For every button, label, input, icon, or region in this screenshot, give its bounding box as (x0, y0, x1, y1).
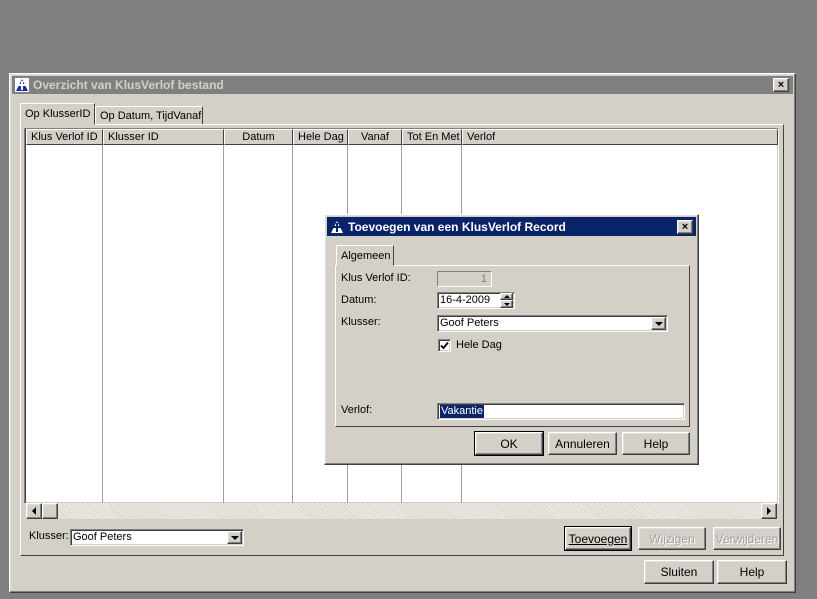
column-header-hele-dag[interactable]: Hele Dag (293, 129, 348, 145)
chevron-down-icon (654, 321, 663, 326)
dialog-help-button[interactable]: Help (622, 432, 690, 455)
dialog-titlebar[interactable]: Toevoegen van een KlusVerlof Record (327, 217, 696, 236)
chevron-down-icon (230, 535, 239, 540)
main-window-title: Overzicht van KlusVerlof bestand (33, 78, 224, 92)
klus-verlof-id-label: Klus Verlof ID: (341, 272, 411, 284)
klusser-filter-dropdown-button[interactable] (227, 531, 242, 544)
check-icon (440, 341, 449, 350)
app-logo-icon (15, 78, 29, 92)
dialog-close-button[interactable]: × (677, 220, 693, 234)
klusser-dropdown-button[interactable] (651, 317, 666, 330)
column-header-verlof[interactable]: Verlof (462, 129, 778, 145)
klusser-label: Klusser: (341, 316, 381, 328)
datum-spin-down-button[interactable] (500, 300, 513, 308)
column-header-klusser-id[interactable]: Klusser ID (103, 129, 224, 145)
datum-spin-up-button[interactable] (500, 293, 513, 300)
klusser-combo[interactable]: Goof Peters (437, 315, 668, 332)
klusser-filter-combo[interactable]: Goof Peters (70, 529, 244, 546)
add-verlof-dialog: Toevoegen van een KlusVerlof Record × Al… (324, 214, 699, 465)
column-header-tot-en-met[interactable]: Tot En Met (402, 129, 462, 145)
main-window-titlebar[interactable]: Overzicht van KlusVerlof bestand (12, 76, 793, 94)
spin-up-icon (503, 295, 510, 298)
column-divider (102, 145, 103, 503)
scroll-left-button[interactable] (26, 503, 42, 519)
scroll-right-button[interactable] (761, 503, 777, 519)
datum-label: Datum: (341, 294, 377, 306)
verlof-label: Verlof: (341, 404, 373, 416)
klusser-filter-label: Klusser: (29, 530, 69, 542)
column-header-klus-verlof-id[interactable]: Klus Verlof ID (26, 129, 103, 145)
spin-down-icon (503, 302, 510, 306)
main-help-button[interactable]: Help (717, 560, 787, 584)
datum-spin-field[interactable]: 16-4-2009 (437, 292, 515, 309)
verlof-selected-text: Vakantie (440, 405, 484, 418)
dialog-title: Toevoegen van een KlusVerlof Record (348, 219, 566, 234)
tab-op-klusserid[interactable]: Op KlusserID (20, 103, 95, 125)
tab-op-datum-tijdvanaf[interactable]: Op Datum, TijdVanaf (95, 106, 203, 125)
hele-dag-checkbox[interactable] (438, 339, 451, 352)
wijzigen-button[interactable]: Wijzigen (638, 527, 706, 550)
klus-verlof-id-field: 1 (437, 271, 492, 287)
column-header-datum[interactable]: Datum (224, 129, 293, 145)
list-horizontal-scrollbar[interactable] (26, 503, 777, 519)
ok-button[interactable]: OK (474, 431, 544, 456)
klusser-value: Goof Peters (440, 317, 499, 329)
scroll-thumb[interactable] (42, 503, 58, 519)
hele-dag-label[interactable]: Hele Dag (456, 339, 502, 351)
sluiten-button[interactable]: Sluiten (644, 560, 714, 584)
tab-algemeen[interactable]: Algemeen (336, 245, 394, 266)
main-window-close-button[interactable]: × (773, 78, 789, 92)
close-icon: × (777, 79, 785, 91)
annuleren-button[interactable]: Annuleren (548, 432, 617, 455)
app-logo-icon (330, 219, 344, 234)
close-icon: × (681, 221, 689, 233)
column-divider (292, 145, 293, 503)
toevoegen-button[interactable]: Toevoegen (564, 526, 632, 551)
column-divider (223, 145, 224, 503)
verlof-input[interactable]: Vakantie (437, 403, 685, 420)
arrow-right-icon (767, 507, 771, 515)
klus-verlof-id-value: 1 (480, 273, 487, 285)
klusser-filter-value: Goof Peters (73, 531, 132, 543)
datum-value: 16-4-2009 (440, 294, 491, 306)
verwijderen-button[interactable]: Verwijderen (713, 527, 781, 550)
column-header-vanaf[interactable]: Vanaf (348, 129, 402, 145)
arrow-left-icon (32, 507, 36, 515)
